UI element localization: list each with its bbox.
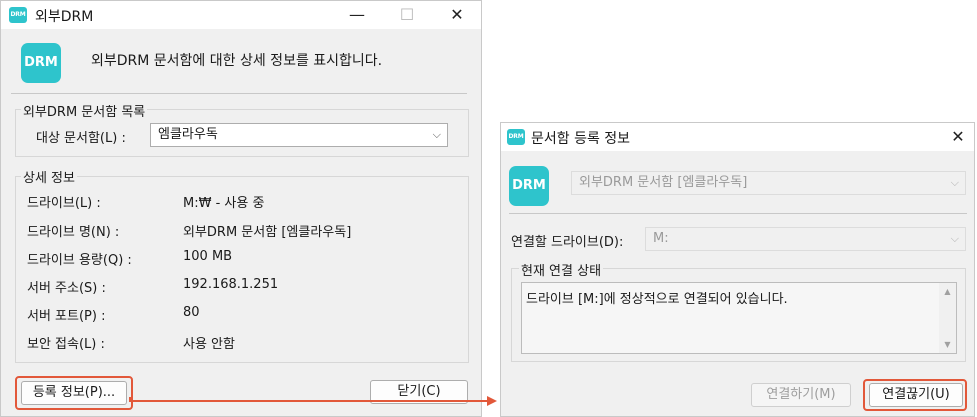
- scroll-down-icon[interactable]: ▼: [939, 340, 956, 349]
- connection-status-group-label: 현재 연결 상태: [519, 260, 604, 279]
- document-box-select[interactable]: 외부DRM 문서함 [엠클라우독] ⌵: [571, 171, 966, 195]
- close-icon[interactable]: ✕: [941, 123, 975, 151]
- status-scrollbar[interactable]: ▲ ▼: [939, 283, 956, 353]
- connection-status-textbox[interactable]: 드라이브 [M:]에 정상적으로 연결되어 있습니다. ▲ ▼: [521, 282, 957, 354]
- connection-status-text: 드라이브 [M:]에 정상적으로 연결되어 있습니다.: [526, 292, 788, 307]
- scroll-up-icon[interactable]: ▲: [939, 287, 956, 296]
- connect-button[interactable]: 연결하기(M): [751, 383, 851, 407]
- drive-select-label: 연결할 드라이브(D):: [511, 235, 624, 250]
- registration-window-title: 문서함 등록 정보: [531, 131, 631, 147]
- drm-logo-icon: DRM: [509, 166, 549, 206]
- registration-app-icon: DRM: [507, 129, 525, 145]
- registration-window-titlebar[interactable]: DRM 문서함 등록 정보 ✕: [501, 123, 974, 151]
- chevron-down-icon: ⌵: [950, 232, 959, 245]
- chevron-down-icon: ⌵: [950, 176, 959, 189]
- drive-select[interactable]: M: ⌵: [645, 227, 966, 251]
- registration-info-window: DRM 문서함 등록 정보 ✕ DRM 외부DRM 문서함 [엠클라우독] ⌵ …: [500, 122, 975, 417]
- disconnect-highlight: [863, 379, 967, 411]
- drive-select-value: M:: [653, 231, 669, 246]
- document-box-value: 외부DRM 문서함 [엠클라우독]: [579, 175, 748, 190]
- divider: [509, 213, 967, 214]
